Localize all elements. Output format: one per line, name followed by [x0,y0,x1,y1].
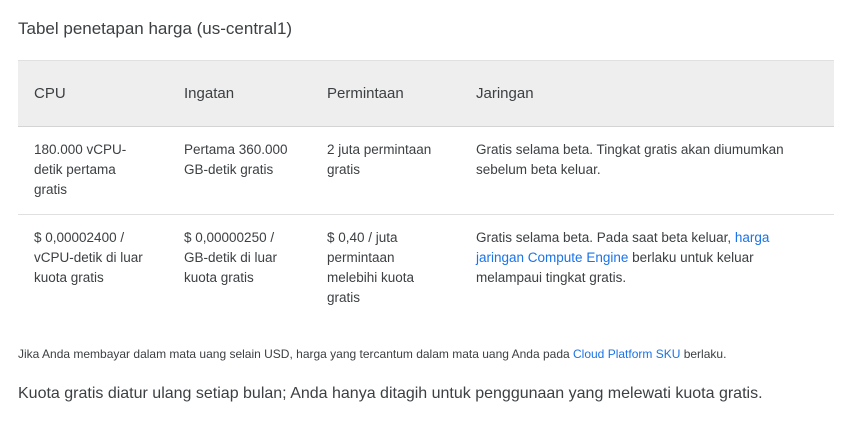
cell-memory-price: $ 0,00000250 / GB-detik di luar kuota gr… [184,230,278,285]
cell-network-price: Gratis selama beta. Pada saat beta kelua… [460,215,834,323]
currency-note: Jika Anda membayar dalam mata uang selai… [18,347,726,361]
network-price-text-before: Gratis selama beta. Pada saat beta kelua… [476,230,735,245]
column-header-requests: Permintaan [311,60,460,127]
page-title: Tabel penetapan harga (us-central1) [18,19,293,38]
quota-note: Kuota gratis diatur ulang setiap bulan; … [18,385,763,402]
column-header-cpu: CPU [18,60,168,127]
table-row: 180.000 vCPU-detik pertama gratis Pertam… [18,126,834,215]
currency-note-text-after: berlaku. [680,347,727,361]
cell-memory-free-tier: Pertama 360.000 GB-detik gratis [168,126,311,215]
table-row: $ 0,00002400 / vCPU-detik di luar kuota … [18,215,834,323]
cell-cpu-price: $ 0,00002400 / vCPU-detik di luar kuota … [34,230,143,285]
cell-requests-price: $ 0,40 / juta permintaan melebihi kuota … [327,230,415,305]
cell-network-free-tier: Gratis selama beta. Tingkat gratis akan … [460,126,834,215]
currency-note-text-before: Jika Anda membayar dalam mata uang selai… [18,347,573,361]
cell-cpu-free-tier: 180.000 vCPU-detik pertama gratis [18,126,168,215]
cloud-platform-sku-link[interactable]: Cloud Platform SKU [573,347,680,361]
column-header-network: Jaringan [460,60,834,127]
column-header-memory: Ingatan [168,60,311,127]
pricing-table: CPU Ingatan Permintaan Jaringan 180.000 … [18,60,834,322]
cell-requests-free-tier: 2 juta permintaan gratis [311,126,460,215]
table-header-row: CPU Ingatan Permintaan Jaringan [18,60,834,127]
